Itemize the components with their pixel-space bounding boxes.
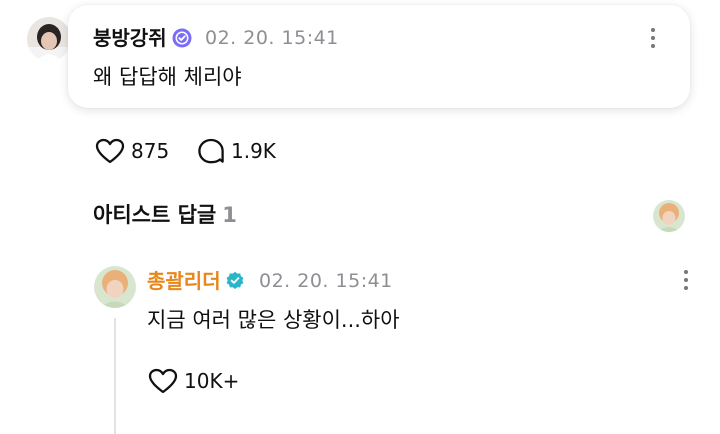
post-author-avatar[interactable]: [27, 17, 71, 61]
verified-badge-icon: [172, 28, 192, 48]
artist-replies-label: 아티스트 답글: [93, 203, 217, 227]
reply-author-name[interactable]: 총괄리더: [147, 269, 221, 293]
artist-replies-count: 1: [222, 203, 237, 227]
reply-like-button[interactable]: 10K+: [148, 368, 239, 394]
post-author-name[interactable]: 붕방강쥐: [93, 26, 167, 50]
post-like-count: 875: [131, 139, 170, 163]
post-comment-count: 1.9K: [231, 139, 276, 163]
post-detail-page: 붕방강쥐 02. 20. 15:41 왜 답답해 체리야 875 1.9K 아티…: [0, 0, 720, 434]
reply-text: 지금 여러 많은 상황이...하아: [147, 308, 400, 332]
post-text: 왜 답답해 체리야: [93, 65, 242, 89]
reply-thread-line: [114, 318, 116, 434]
post-more-menu-icon[interactable]: [643, 25, 663, 55]
artist-avatar-small[interactable]: [653, 200, 685, 232]
heart-icon: [148, 368, 178, 394]
post-comment-button[interactable]: 1.9K: [197, 138, 276, 164]
heart-icon: [95, 138, 125, 164]
reply-like-count: 10K+: [184, 369, 240, 393]
post-card: 붕방강쥐 02. 20. 15:41 왜 답답해 체리야: [68, 5, 690, 108]
post-timestamp: 02. 20. 15:41: [205, 27, 339, 49]
reply-timestamp: 02. 20. 15:41: [259, 270, 393, 292]
verified-badge-icon: [226, 271, 244, 289]
reply-more-menu-icon[interactable]: [676, 267, 696, 297]
post-like-button[interactable]: 875: [95, 138, 169, 164]
comment-bubble-icon: [198, 138, 224, 164]
reply-author-avatar[interactable]: [94, 266, 136, 308]
artist-replies-title: 아티스트 답글 1: [93, 202, 237, 228]
